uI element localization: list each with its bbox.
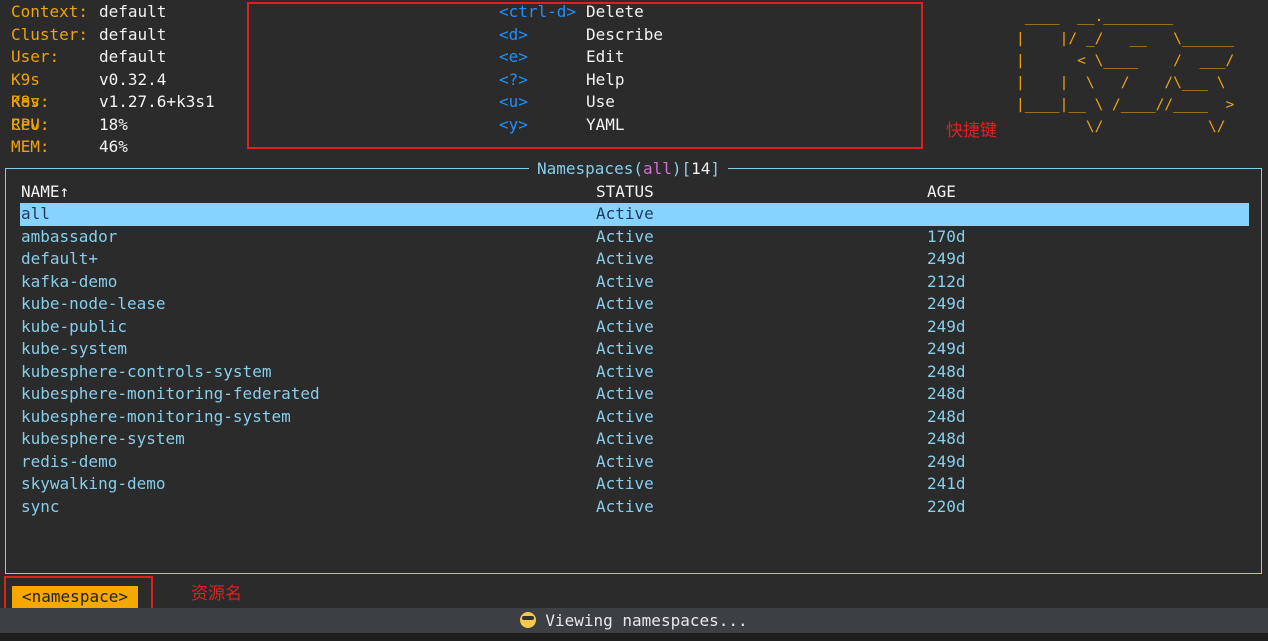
cell-status: Active <box>596 361 654 381</box>
cell-age: 220d <box>927 496 966 516</box>
title-filter: all <box>642 159 672 178</box>
cell-name: kube-public <box>21 316 127 336</box>
cell-age: 249d <box>927 339 966 358</box>
sunglasses-emoji-icon <box>520 612 537 628</box>
cell-name: kubesphere-system <box>21 429 185 448</box>
cell-age: 248d <box>927 429 966 448</box>
cell-status: Active <box>596 406 654 426</box>
title-count: 14 <box>691 159 711 178</box>
info-value: v0.32.4 <box>99 69 167 89</box>
info-label: Context: <box>11 2 89 21</box>
bottom-strip <box>0 633 1268 641</box>
info-value: 46% <box>99 137 128 156</box>
table-title: Namespaces(all)[14] <box>529 158 729 181</box>
cell-status: Active <box>596 204 654 223</box>
info-value: 18% <box>99 114 128 134</box>
table-row[interactable]: kubesphere-controls-system Active 248d <box>20 361 1249 384</box>
cell-status: Active <box>596 429 654 448</box>
table-row[interactable]: redis-demo Active 249d <box>20 451 1249 474</box>
cell-age: 241d <box>927 474 966 493</box>
cell-name: all <box>21 204 50 223</box>
info-label: User: <box>11 47 60 66</box>
cell-status: Active <box>596 316 654 336</box>
cell-age: 249d <box>927 451 966 471</box>
logo-line: |____|__ \ /____//____ > <box>1016 97 1235 113</box>
title-prefix: Namespaces( <box>537 159 643 178</box>
table-row[interactable]: kube-system Active 249d <box>20 338 1249 361</box>
cell-status: Active <box>596 384 654 403</box>
cell-name: sync <box>21 496 60 516</box>
shortcuts-annotation-label: 快捷键 <box>946 121 997 141</box>
table-row[interactable]: kubesphere-monitoring-system Active 248d <box>20 406 1249 429</box>
logo-line: \/ \/ <box>1016 119 1226 135</box>
resource-annotation-label: 资源名 <box>191 584 242 604</box>
shortcuts-annotation-box <box>247 2 923 149</box>
table-row[interactable]: ambassador Active 170d <box>20 226 1249 249</box>
info-label: MEM: <box>11 137 50 156</box>
column-header-name[interactable]: NAME↑ <box>21 181 69 204</box>
cell-age: 248d <box>927 406 966 426</box>
cell-name: ambassador <box>21 226 118 246</box>
title-mid: )[ <box>671 159 692 178</box>
cell-status: Active <box>596 474 654 493</box>
cell-status: Active <box>596 226 654 246</box>
cell-age: 248d <box>927 384 966 403</box>
status-bar: Viewing namespaces... <box>0 608 1268 633</box>
column-header-age[interactable]: AGE <box>927 181 956 204</box>
table-row[interactable]: sync Active 220d <box>20 496 1249 519</box>
cell-status: Active <box>596 451 654 471</box>
cell-name: default+ <box>21 249 99 268</box>
cell-age: 249d <box>927 316 966 336</box>
title-suffix: ] <box>710 159 721 178</box>
cell-status: Active <box>596 496 654 516</box>
table-row[interactable]: kafka-demo Active 212d <box>20 271 1249 294</box>
table-row[interactable]: kubesphere-system Active 248d <box>20 428 1249 451</box>
cell-age: 248d <box>927 361 966 381</box>
logo-line: | | \ / /\___ \ <box>1016 75 1226 91</box>
column-header-status[interactable]: STATUS <box>596 181 654 204</box>
cell-age: 212d <box>927 271 966 291</box>
cell-name: skywalking-demo <box>21 474 166 493</box>
cell-name: kubesphere-monitoring-system <box>21 406 291 426</box>
table-row[interactable]: kube-node-lease Active 249d <box>20 293 1249 316</box>
info-value: default <box>99 47 167 66</box>
cell-name: kubesphere-monitoring-federated <box>21 384 320 403</box>
info-value: v1.27.6+k3s1 <box>99 92 215 111</box>
info-value: default <box>99 2 167 21</box>
info-label: Cluster: <box>11 24 89 44</box>
table-row[interactable]: kube-public Active 249d <box>20 316 1249 339</box>
info-value: default <box>99 24 167 44</box>
logo-line: | < \____ / ___/ <box>1016 53 1235 69</box>
cell-status: Active <box>596 339 654 358</box>
cell-name: kube-system <box>21 339 127 358</box>
table-row[interactable]: kubesphere-monitoring-federated Active 248… <box>20 383 1249 406</box>
cell-name: kube-node-lease <box>21 294 166 313</box>
cell-age: 170d <box>927 226 966 246</box>
cell-status: Active <box>596 271 654 291</box>
logo-line: ____ __.________ <box>1016 9 1174 25</box>
cell-status: Active <box>596 294 654 313</box>
table-row[interactable]: default+ Active 249d <box>20 248 1249 271</box>
cell-name: kafka-demo <box>21 271 118 291</box>
cell-age: 249d <box>927 294 966 313</box>
cell-status: Active <box>596 249 654 268</box>
info-label: CPU: <box>11 114 50 134</box>
table-row-selected[interactable]: all Active <box>20 203 1249 226</box>
cell-name: redis-demo <box>21 451 118 471</box>
table-row[interactable]: skywalking-demo Active 241d <box>20 473 1249 496</box>
logo-line: | |/ _/ __ \______ <box>1016 31 1235 47</box>
cell-name: kubesphere-controls-system <box>21 361 272 381</box>
cell-age: 249d <box>927 249 966 268</box>
status-text: Viewing namespaces... <box>545 611 748 630</box>
